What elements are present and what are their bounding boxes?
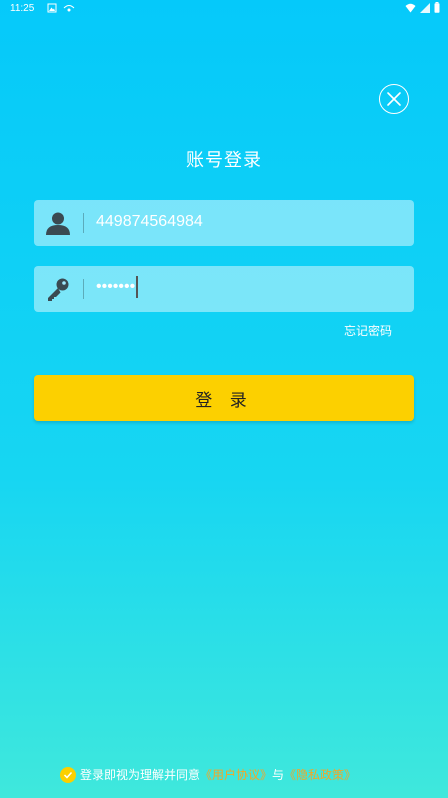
status-time: 11:25 — [10, 3, 35, 14]
user-agreement-link[interactable]: 《用户协议》 — [200, 766, 272, 783]
password-masked-text: ••••••• — [96, 278, 136, 296]
agreement-conjunction: 与 — [272, 768, 285, 782]
key-icon — [48, 278, 69, 301]
user-icon — [46, 212, 70, 235]
check-icon — [63, 771, 73, 779]
close-icon — [387, 92, 401, 106]
agreement-row: 登录即视为理解并同意 《用户协议》 与 《隐私政策》 — [60, 766, 356, 783]
forgot-password-link[interactable]: 忘记密码 — [344, 322, 392, 339]
close-button[interactable] — [379, 84, 409, 114]
battery-icon — [434, 2, 440, 13]
privacy-policy-link[interactable]: 《隐私政策》 — [284, 766, 356, 783]
status-notification-icons — [47, 3, 75, 16]
field-divider — [83, 279, 84, 299]
agreement-prefix: 登录即视为理解并同意 — [80, 768, 201, 782]
password-field[interactable]: ••••••• — [34, 266, 414, 312]
agreement-checkbox[interactable] — [60, 766, 76, 783]
text-cursor — [136, 276, 138, 298]
wifi-icon — [405, 3, 416, 12]
signal-icon — [420, 2, 430, 13]
status-system-icons — [405, 2, 440, 13]
vpn-icon — [63, 5, 75, 12]
page-title: 账号登录 — [186, 150, 262, 171]
account-field[interactable]: 449874564984 — [34, 200, 414, 246]
status-bar: 11:25 — [0, 0, 448, 20]
password-input[interactable]: ••••••• — [96, 276, 138, 298]
login-button[interactable]: 登 录 — [34, 375, 414, 421]
image-icon — [47, 3, 57, 13]
account-input[interactable]: 449874564984 — [96, 213, 203, 231]
field-divider — [83, 213, 84, 233]
